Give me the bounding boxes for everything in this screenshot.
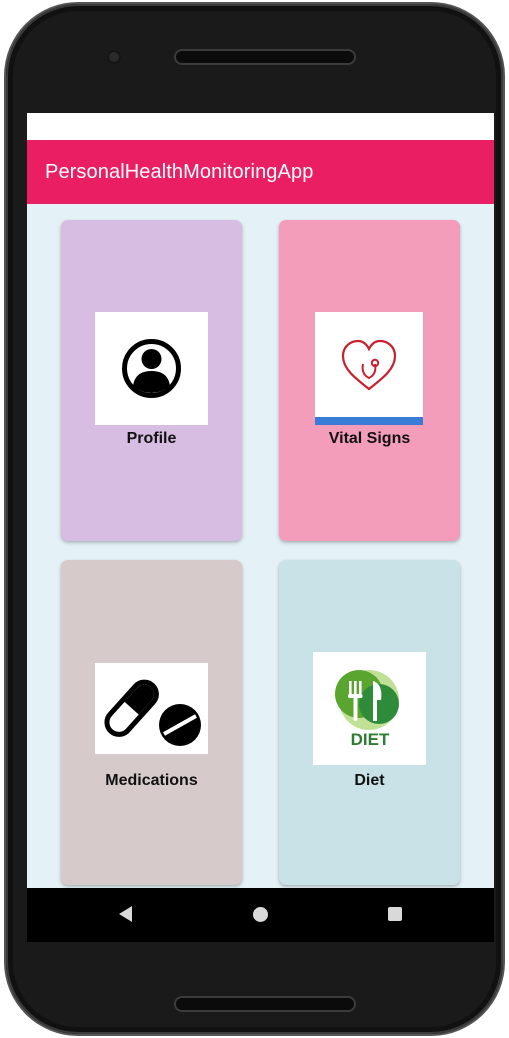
- app-toolbar: PersonalHealthMonitoringApp: [27, 140, 494, 204]
- pills-icon: [104, 679, 201, 746]
- square-recents-icon[interactable]: [388, 907, 402, 921]
- diet-card[interactable]: DIET Diet: [279, 560, 460, 885]
- user-avatar-icon: [122, 339, 181, 398]
- profile-label: Profile: [126, 430, 177, 447]
- profile-card[interactable]: Profile: [61, 220, 242, 541]
- medications-label: Medications: [105, 772, 198, 789]
- phone-screen: PersonalHealthMonitoringApp Profile Vita…: [27, 113, 494, 942]
- front-camera-icon: [109, 52, 119, 62]
- circle-home-icon[interactable]: [253, 907, 268, 922]
- bottom-speaker-grille: [174, 996, 356, 1012]
- vital-signs-image: [315, 312, 423, 425]
- diet-image: DIET: [313, 652, 426, 765]
- top-speaker-grille: [174, 49, 356, 65]
- diet-fork-knife-icon: DIET: [335, 670, 399, 749]
- profile-image: [95, 312, 208, 425]
- triangle-back-icon[interactable]: [119, 906, 132, 922]
- vital-signs-label: Vital Signs: [328, 430, 411, 447]
- system-navigation-bar: [27, 888, 494, 942]
- heart-stethoscope-icon: [315, 339, 423, 425]
- medications-image: [95, 663, 208, 754]
- diet-label: Diet: [354, 772, 385, 789]
- vital-signs-card[interactable]: Vital Signs: [279, 220, 460, 541]
- status-bar: [27, 113, 494, 140]
- app-title: PersonalHealthMonitoringApp: [45, 160, 314, 183]
- medications-card[interactable]: Medications: [61, 560, 242, 885]
- diet-image-text: DIET: [351, 730, 390, 749]
